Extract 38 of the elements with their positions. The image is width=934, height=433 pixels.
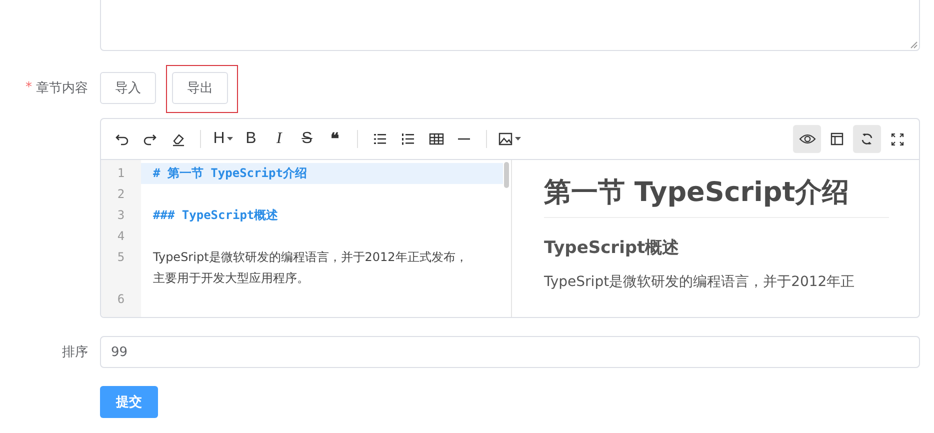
preview-heading: 第一节 TypeScript介绍 — [544, 174, 889, 218]
code-text: # 第一节 TypeScript介绍 — [153, 166, 307, 180]
code-text: ### TypeScript概述 — [153, 208, 278, 222]
field-label: 章节内容 — [36, 80, 88, 96]
fullscreen-icon — [890, 132, 904, 146]
preview-paragraph: TypeSript是微软研发的编程语言，并于2012年正 — [544, 273, 856, 291]
line-number: 5 — [116, 249, 126, 266]
field-label: 排序 — [62, 344, 88, 361]
order-input[interactable]: 99 — [100, 336, 920, 368]
eye-icon — [798, 132, 816, 146]
image-icon — [498, 132, 513, 146]
format-button[interactable]: ❝ — [322, 126, 348, 152]
code-text: TypeSript是微软研发的编程语言，并于2012年正式发布，主要用于开发大型应用程序。 — [153, 249, 468, 287]
line-number: 3 — [116, 207, 126, 224]
scrollbar-thumb[interactable] — [504, 162, 509, 188]
bullet-list-icon — [373, 132, 387, 146]
format-button[interactable]: B — [238, 126, 264, 152]
import-button[interactable]: 导入 — [100, 72, 156, 104]
layout-icon — [830, 132, 844, 146]
sync-icon — [860, 132, 874, 146]
required-asterisk: * — [26, 80, 32, 95]
eraser-icon — [170, 132, 186, 146]
line-number: 1 — [116, 165, 126, 182]
line-number: 6 — [116, 291, 126, 308]
preview-button[interactable] — [793, 125, 821, 153]
resize-handle-icon[interactable] — [910, 41, 918, 49]
format-button[interactable]: H — [210, 126, 236, 152]
preview-subheading: TypeScript概述 — [544, 237, 680, 259]
format-button[interactable]: I — [266, 126, 292, 152]
line-number: 4 — [116, 228, 126, 245]
format-button[interactable]: S — [294, 126, 320, 152]
export-button[interactable]: 导出 — [172, 72, 228, 104]
sync-button[interactable] — [853, 125, 881, 153]
table-icon — [428, 132, 444, 146]
undo-icon — [115, 132, 129, 146]
line-number: 2 — [116, 186, 126, 203]
redo-icon — [143, 132, 157, 146]
numbered-list-icon — [401, 132, 415, 146]
